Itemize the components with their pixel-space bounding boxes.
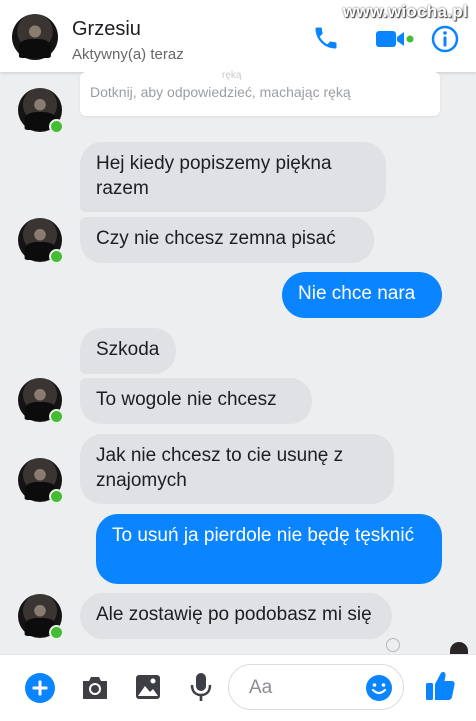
emoji-icon[interactable]: [364, 673, 394, 703]
online-indicator: [49, 409, 64, 424]
camera-icon[interactable]: [80, 674, 110, 702]
active-status: Aktywny(a) teraz: [72, 46, 184, 63]
message-bubble-incoming[interactable]: To wogole nie chcesz: [80, 378, 312, 424]
sender-avatar[interactable]: [18, 218, 64, 264]
composer-bar: [0, 654, 476, 721]
info-icon[interactable]: [430, 24, 460, 54]
seen-avatar: [450, 642, 468, 654]
message-bubble-outgoing[interactable]: Nie chce nara: [282, 272, 442, 318]
microphone-icon[interactable]: [190, 671, 212, 703]
sender-avatar[interactable]: [18, 378, 64, 424]
watermark: www.wiocha.pl: [342, 2, 468, 21]
online-indicator: [49, 625, 64, 640]
wave-hint[interactable]: ręką Dotknij, aby odpowiedzieć, machając…: [80, 70, 440, 116]
online-indicator: [49, 119, 64, 134]
phone-icon[interactable]: [312, 24, 340, 52]
sender-avatar[interactable]: [18, 88, 64, 134]
plus-icon[interactable]: [24, 672, 56, 704]
message-input[interactable]: [247, 675, 361, 701]
online-indicator: [49, 249, 64, 264]
contact-avatar[interactable]: [12, 14, 58, 60]
add-reaction-icon[interactable]: [386, 638, 400, 652]
sender-avatar[interactable]: [18, 458, 64, 504]
chat-header: Grzesiu Aktywny(a) teraz www.wiocha.pl: [0, 0, 476, 72]
hint-faded-text: ręką: [222, 70, 242, 81]
message-bubble-incoming[interactable]: Szkoda: [80, 328, 176, 374]
message-bubble-outgoing[interactable]: To usuń ja pierdole nie będę tęsknić: [96, 514, 442, 584]
sender-avatar[interactable]: [18, 594, 64, 640]
message-bubble-incoming[interactable]: Czy nie chcesz zemna pisać: [80, 217, 374, 263]
message-bubble-incoming[interactable]: Hej kiedy popiszemy piękna razem: [80, 142, 386, 212]
video-icon[interactable]: [374, 28, 414, 50]
like-icon[interactable]: [424, 669, 456, 703]
online-indicator: [49, 489, 64, 504]
image-icon[interactable]: [134, 673, 162, 701]
hint-text: Dotknij, aby odpowiedzieć, machając ręką: [90, 84, 351, 100]
message-bubble-incoming[interactable]: Ale zostawię po podobasz mi się: [80, 593, 392, 639]
message-bubble-incoming[interactable]: Jak nie chcesz to cie usunę z znajomych: [80, 434, 394, 504]
contact-name[interactable]: Grzesiu: [72, 18, 141, 41]
